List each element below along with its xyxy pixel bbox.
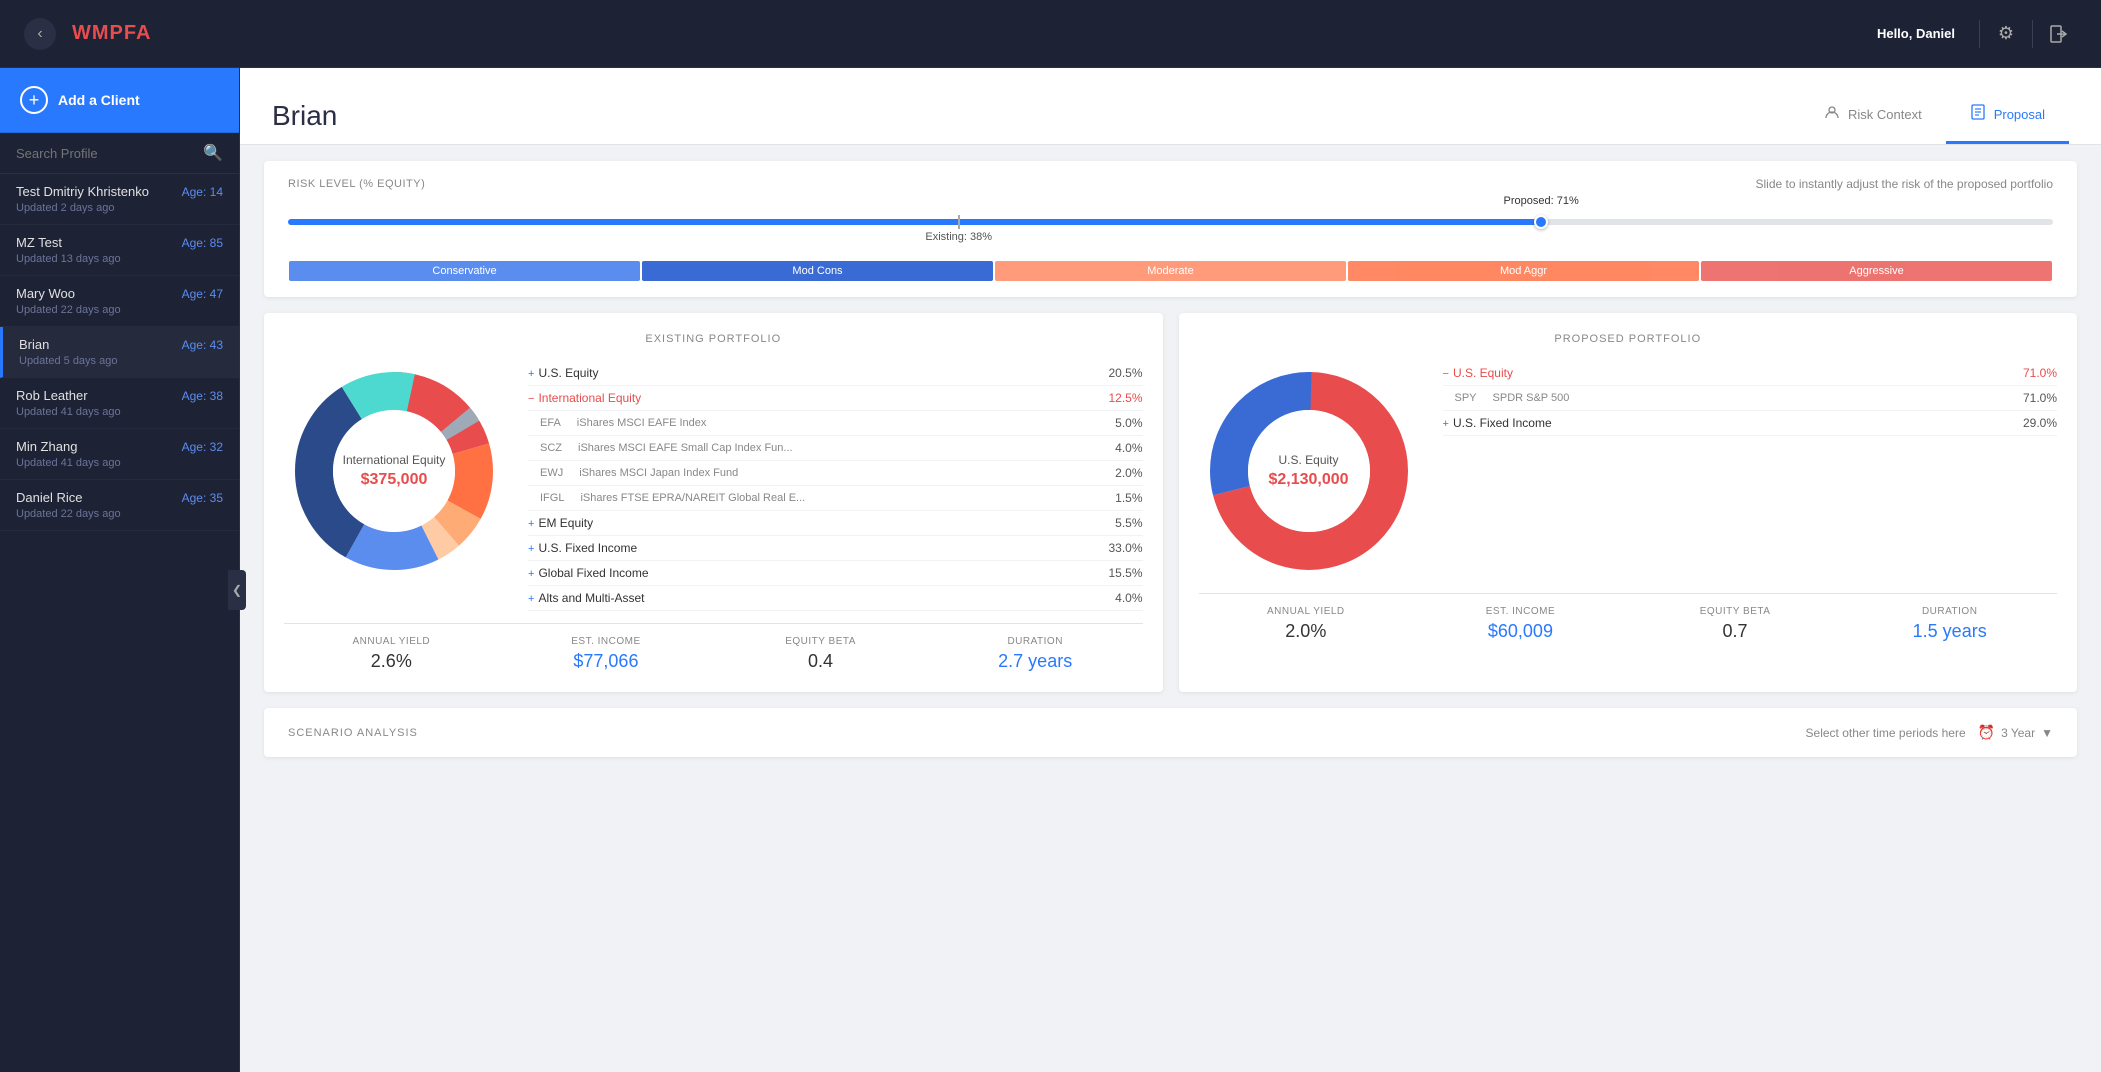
risk-slider-track[interactable] [288, 219, 2053, 225]
search-input[interactable] [16, 146, 203, 161]
proposal-icon [1970, 104, 1986, 125]
client-item-daniel-rice[interactable]: Daniel Rice Age: 35 Updated 22 days ago [0, 480, 239, 531]
risk-description: Slide to instantly adjust the risk of th… [441, 177, 2053, 191]
proposed-portfolio-card: PROPOSED PORTFOLIO [1179, 313, 2078, 692]
existing-donut-title: International Equity [343, 453, 446, 467]
page-title: Brian [272, 100, 337, 132]
holding-item: IFGL iShares FTSE EPRA/NAREIT Global Rea… [528, 486, 1143, 511]
scenario-time-hint: Select other time periods here [1806, 726, 1966, 740]
risk-slider-fill [288, 219, 1541, 225]
header-tabs: Risk Context Proposal [1800, 88, 2069, 144]
risk-slider-thumb[interactable] [1534, 215, 1548, 229]
clock-icon: ⏰ [1978, 724, 1995, 741]
proposed-holding-fixed-income: +U.S. Fixed Income29.0% [1443, 411, 2058, 436]
risk-cat-conservative[interactable]: Conservative [289, 261, 640, 281]
add-client-icon: + [20, 86, 48, 114]
holding-item: −International Equity 12.5% [528, 386, 1143, 411]
client-item-rob-leather[interactable]: Rob Leather Age: 38 Updated 41 days ago [0, 378, 239, 429]
proposed-donut-value: $2,130,000 [1268, 471, 1348, 489]
proposed-stats-row: ANNUAL YIELD 2.0% EST. INCOME $60,009 EQ… [1199, 593, 2058, 642]
portfolios-row: EXISTING PORTFOLIO [264, 313, 2077, 692]
chevron-down-icon: ▼ [2041, 726, 2053, 740]
client-item-brian[interactable]: Brian Age: 43 Updated 5 days ago [0, 327, 239, 378]
proposed-stat-item: DURATION 1.5 years [1842, 606, 2057, 642]
existing-donut-value: $375,000 [343, 471, 446, 489]
client-item-mz-test[interactable]: MZ Test Age: 85 Updated 13 days ago [0, 225, 239, 276]
back-button[interactable]: ‹ [24, 18, 56, 50]
proposed-stat-item: ANNUAL YIELD 2.0% [1199, 606, 1414, 642]
proposed-holding-equity: −U.S. Equity71.0% [1443, 361, 2058, 386]
brand-name: WMPFA [72, 22, 151, 45]
proposed-label: Proposed: 71% [1504, 195, 1579, 207]
page-header: Brian Risk Context Proposal [240, 68, 2101, 145]
client-list: Test Dmitriy Khristenko Age: 14 Updated … [0, 174, 239, 1072]
risk-panel: RISK LEVEL (% EQUITY) Slide to instantly… [264, 161, 2077, 297]
search-icon[interactable]: 🔍 [203, 143, 223, 163]
existing-portfolio-title: EXISTING PORTFOLIO [284, 333, 1143, 345]
sidebar-collapse-button[interactable]: ❮ [228, 570, 246, 610]
risk-cat-mod-aggr[interactable]: Mod Aggr [1348, 261, 1699, 281]
proposed-donut-center: U.S. Equity $2,130,000 [1268, 453, 1348, 489]
stat-item: DURATION 2.7 years [928, 636, 1143, 672]
holding-item: +U.S. Equity 20.5% [528, 361, 1143, 386]
proposed-portfolio-content: U.S. Equity $2,130,000 −U.S. Equity71.0%… [1199, 361, 2058, 581]
risk-categories: ConservativeMod ConsModerateMod AggrAggr… [288, 261, 2053, 281]
time-period-button[interactable]: ⏰ 3 Year ▼ [1978, 724, 2053, 741]
scenario-title: SCENARIO ANALYSIS [288, 727, 418, 739]
proposed-donut-container: U.S. Equity $2,130,000 [1199, 361, 1419, 581]
proposed-holdings-list: −U.S. Equity71.0%SPYSPDR S&P 50071.0%+U.… [1443, 361, 2058, 436]
risk-cat-mod-cons[interactable]: Mod Cons [642, 261, 993, 281]
scenario-right: Select other time periods here ⏰ 3 Year … [1806, 724, 2053, 741]
holding-item: EFA iShares MSCI EAFE Index 5.0% [528, 411, 1143, 436]
main-layout: + Add a Client 🔍 Test Dmitriy Khristenko… [0, 68, 2101, 1072]
logout-button[interactable] [2041, 16, 2077, 52]
search-box: 🔍 [0, 133, 239, 174]
nav-divider [1979, 20, 1980, 48]
holding-item: SCZ iShares MSCI EAFE Small Cap Index Fu… [528, 436, 1143, 461]
client-item-min-zhang[interactable]: Min Zhang Age: 32 Updated 41 days ago [0, 429, 239, 480]
holding-item: +U.S. Fixed Income 33.0% [528, 536, 1143, 561]
existing-stats-row: ANNUAL YIELD 2.6% EST. INCOME $77,066 EQ… [284, 623, 1143, 672]
proposed-portfolio-title: PROPOSED PORTFOLIO [1199, 333, 2058, 345]
existing-donut-center: International Equity $375,000 [343, 453, 446, 489]
risk-existing-line [958, 215, 960, 229]
scenario-analysis-bar: SCENARIO ANALYSIS Select other time peri… [264, 708, 2077, 757]
holding-item: +Global Fixed Income 15.5% [528, 561, 1143, 586]
risk-context-icon [1824, 104, 1840, 125]
risk-level-label: RISK LEVEL (% EQUITY) [288, 178, 425, 190]
tab-proposal[interactable]: Proposal [1946, 88, 2069, 144]
proposed-stat-item: EQUITY BETA 0.7 [1628, 606, 1843, 642]
stat-item: ANNUAL YIELD 2.6% [284, 636, 499, 672]
existing-label: Existing: 38% [925, 231, 992, 243]
proposed-stat-item: EST. INCOME $60,009 [1413, 606, 1628, 642]
risk-cat-aggressive[interactable]: Aggressive [1701, 261, 2052, 281]
client-item-mary-woo[interactable]: Mary Woo Age: 47 Updated 22 days ago [0, 276, 239, 327]
logout-icon [2049, 24, 2069, 44]
client-item-test-dmitriy-khristenko[interactable]: Test Dmitriy Khristenko Age: 14 Updated … [0, 174, 239, 225]
sidebar: + Add a Client 🔍 Test Dmitriy Khristenko… [0, 68, 240, 1072]
existing-portfolio-content: International Equity $375,000 +U.S. Equi… [284, 361, 1143, 611]
nav-divider-2 [2032, 20, 2033, 48]
nav-greeting: Hello, Daniel [1877, 26, 1955, 41]
holding-item: EWJ iShares MSCI Japan Index Fund 2.0% [528, 461, 1143, 486]
time-period-value: 3 Year [2001, 726, 2035, 740]
proposed-donut-title: U.S. Equity [1268, 453, 1348, 467]
add-client-button[interactable]: + Add a Client [0, 68, 239, 133]
existing-holdings-list: +U.S. Equity 20.5% −International Equity… [528, 361, 1143, 611]
holding-item: +Alts and Multi-Asset 4.0% [528, 586, 1143, 611]
tab-risk-context[interactable]: Risk Context [1800, 88, 1946, 144]
proposed-holding-spy: SPYSPDR S&P 50071.0% [1443, 386, 2058, 411]
stat-item: EQUITY BETA 0.4 [713, 636, 928, 672]
settings-button[interactable]: ⚙ [1988, 16, 2024, 52]
top-nav: ‹ WMPFA Hello, Daniel ⚙ [0, 0, 2101, 68]
risk-cat-moderate[interactable]: Moderate [995, 261, 1346, 281]
stat-item: EST. INCOME $77,066 [499, 636, 714, 672]
holding-item: +EM Equity 5.5% [528, 511, 1143, 536]
content-area: Brian Risk Context Proposal [240, 68, 2101, 1072]
existing-portfolio-card: EXISTING PORTFOLIO [264, 313, 1163, 692]
existing-donut-container: International Equity $375,000 [284, 361, 504, 581]
